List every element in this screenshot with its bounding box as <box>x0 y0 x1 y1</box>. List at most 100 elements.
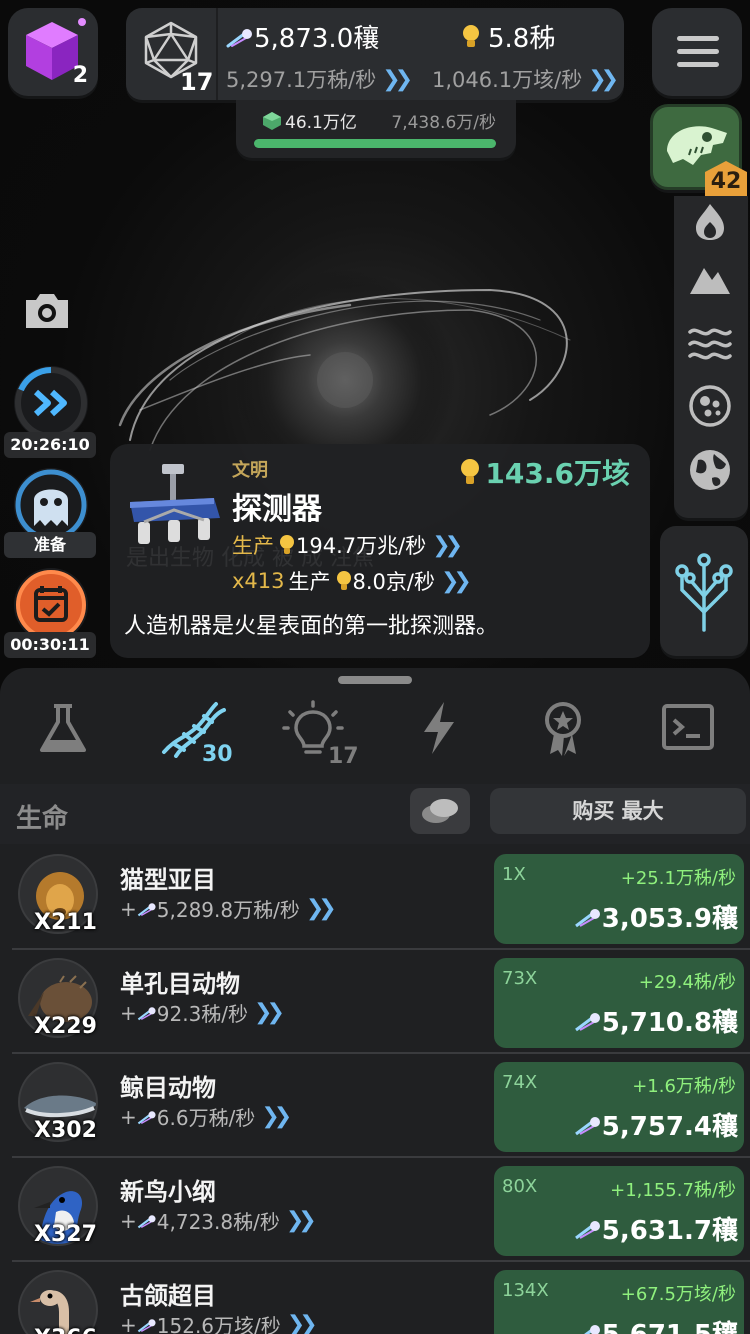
buy-button[interactable]: 74X +1.6万秭/秒 5,757.4穰 <box>494 1062 744 1152</box>
section-header: 生命 购买 最大 <box>0 784 750 844</box>
list-item[interactable]: X327 新鸟小纲 + 4,723.8秭/秒 ❯❯ 80X +1,155.7秭/… <box>12 1160 750 1262</box>
skill-tree-button[interactable] <box>660 526 748 656</box>
coins-icon <box>422 799 458 823</box>
avatar <box>18 1270 98 1334</box>
sheet-drag-handle[interactable] <box>338 676 412 684</box>
card-cost-value: 143.6万垓 <box>485 457 630 490</box>
camera-icon[interactable] <box>22 290 72 330</box>
owned-count: X302 <box>34 1118 97 1143</box>
double-chevron-icon: ❯❯ <box>588 66 619 92</box>
production-multiplier: x413 <box>232 569 285 593</box>
double-chevron-icon: ❯❯ <box>441 568 472 594</box>
list-item[interactable]: X366 古颌超目 + 152.6万垓/秒 ❯❯ 134X +67.5万垓/秒 … <box>12 1264 750 1334</box>
card-cost: 143.6万垓 <box>459 452 630 492</box>
comet-icon <box>574 908 600 927</box>
species-rate: + 152.6万垓/秒 ❯❯ <box>120 1310 318 1334</box>
production-value: 194.7万兆/秒 <box>296 534 427 558</box>
tab-flask[interactable] <box>18 698 108 788</box>
owned-count: X366 <box>34 1326 97 1334</box>
list-item[interactable]: X302 鲸目动物 + 6.6万秭/秒 ❯❯ 74X +1.6万秭/秒 5,75… <box>12 1056 750 1158</box>
resource-main-rate: 5,297.1万秭/秒 <box>226 68 377 92</box>
buy-price: 3,053.9穰 <box>574 898 738 935</box>
level-badge-value: 42 <box>710 169 742 194</box>
owned-count: X211 <box>34 910 97 935</box>
divider <box>216 8 218 100</box>
double-chevron-icon: ❯❯ <box>382 66 413 92</box>
mountain-icon[interactable] <box>688 260 732 296</box>
upgrade-card[interactable]: 是出生物 化成 被 成 注焦 文明 143.6万垓 探测器 生产 194.7万兆… <box>110 444 650 658</box>
cell-icon[interactable] <box>688 384 732 428</box>
comet-icon <box>137 1214 156 1228</box>
list-item[interactable]: X211 猫型亚目 + 5,289.8万秭/秒 ❯❯ 1X +25.1万秭/秒 … <box>12 848 750 950</box>
tab-lightning[interactable] <box>394 698 484 788</box>
ghost-status-label: 准备 <box>4 532 96 558</box>
owned-count: X327 <box>34 1222 97 1247</box>
resource-panel[interactable]: 17 5,873.0穰 5,297.1万秭/秒 ❯❯ 5.8秭 1,046.1万… <box>126 8 624 100</box>
tab-dna-count: 30 <box>202 742 233 767</box>
tab-bulb[interactable]: 17 <box>268 698 359 788</box>
buy-button[interactable]: 134X +67.5万垓/秒 5,671.5穰 <box>494 1270 744 1334</box>
buy-price: 5,757.4穰 <box>574 1106 738 1143</box>
comet-icon <box>574 1220 600 1239</box>
buy-max-button[interactable]: 购买 最大 <box>490 788 746 834</box>
buy-button[interactable]: 73X +29.4秭/秒 5,710.8穰 <box>494 958 744 1048</box>
category-tabs: 30 17 <box>0 698 750 788</box>
event-timer: 00:30:11 <box>4 632 96 658</box>
double-chevron-icon: ❯❯ <box>305 896 337 921</box>
cube-count: 2 <box>72 63 88 88</box>
resource-main-value: 5,873.0穰 <box>254 24 380 54</box>
species-name: 猫型亚目 <box>120 866 216 894</box>
multiplied-production-value: 8.0京/秒 <box>352 570 435 594</box>
buy-gain: +67.5万垓/秒 <box>620 1284 736 1305</box>
gem-value: 46.1万亿 <box>285 113 357 133</box>
buy-multiplier: 1X <box>502 864 526 885</box>
comet-icon <box>137 1318 156 1332</box>
double-chevron-icon: ❯❯ <box>254 1000 285 1025</box>
buy-multiplier: 134X <box>502 1280 549 1301</box>
owned-count: X229 <box>34 1014 97 1039</box>
idea-value: 5.8秭 <box>488 24 556 54</box>
tab-dna[interactable]: 30 <box>146 698 236 788</box>
speed-boost-button[interactable] <box>14 366 88 440</box>
species-rate: + 5,289.8万秭/秒 ❯❯ <box>120 896 337 922</box>
species-rate: + 92.3秭/秒 ❯❯ <box>120 1000 285 1026</box>
notification-dot <box>78 18 86 26</box>
gem-icon <box>263 111 281 130</box>
buy-gain: +29.4秭/秒 <box>638 972 736 993</box>
species-name: 古颌超目 <box>120 1282 216 1310</box>
buy-multiplier: 80X <box>502 1176 538 1197</box>
multiplied-production-line: x413 生产 8.0京/秒 ❯❯ <box>232 566 472 596</box>
era-sidebar <box>674 196 748 518</box>
daily-event-button[interactable] <box>14 568 88 642</box>
gem-progress-bar <box>254 139 496 148</box>
double-chevron-icon: ❯❯ <box>261 1104 292 1129</box>
terminal-icon <box>662 704 714 750</box>
hamburger-icon <box>677 36 719 41</box>
tab-medal[interactable] <box>518 698 608 788</box>
coins-button[interactable] <box>410 788 470 834</box>
globe-icon[interactable] <box>688 448 732 492</box>
list-item[interactable]: X229 单孔目动物 + 92.3秭/秒 ❯❯ 73X +29.4秭/秒 5,7… <box>12 952 750 1054</box>
species-rate: + 6.6万秭/秒 ❯❯ <box>120 1104 292 1130</box>
menu-button[interactable] <box>652 8 742 96</box>
cube-button[interactable]: 2 <box>8 8 98 96</box>
ghost-button[interactable] <box>14 468 88 542</box>
gem-panel[interactable]: 46.1万亿 7,438.6万/秒 <box>236 100 516 158</box>
tree-icon <box>675 553 733 632</box>
double-chevron-icon: ❯❯ <box>286 1312 318 1334</box>
bulb-icon <box>280 535 294 554</box>
buy-multiplier: 74X <box>502 1072 538 1093</box>
buy-button[interactable]: 80X +1,155.7秭/秒 5,631.7穰 <box>494 1166 744 1256</box>
gem-rate: 7,438.6万/秒 <box>391 113 496 133</box>
production-label: 生产 <box>288 570 331 594</box>
tab-terminal[interactable] <box>642 698 732 788</box>
buy-button[interactable]: 1X +25.1万秭/秒 3,053.9穰 <box>494 854 744 944</box>
fire-icon[interactable] <box>688 200 732 240</box>
tab-bulb-count: 17 <box>328 744 359 769</box>
comet-icon <box>583 1324 600 1334</box>
buy-gain: +25.1万秭/秒 <box>620 868 736 889</box>
waves-icon[interactable] <box>688 324 732 364</box>
ghost-icon <box>15 469 87 541</box>
bulb-icon <box>463 24 479 47</box>
calendar-icon <box>16 570 86 640</box>
